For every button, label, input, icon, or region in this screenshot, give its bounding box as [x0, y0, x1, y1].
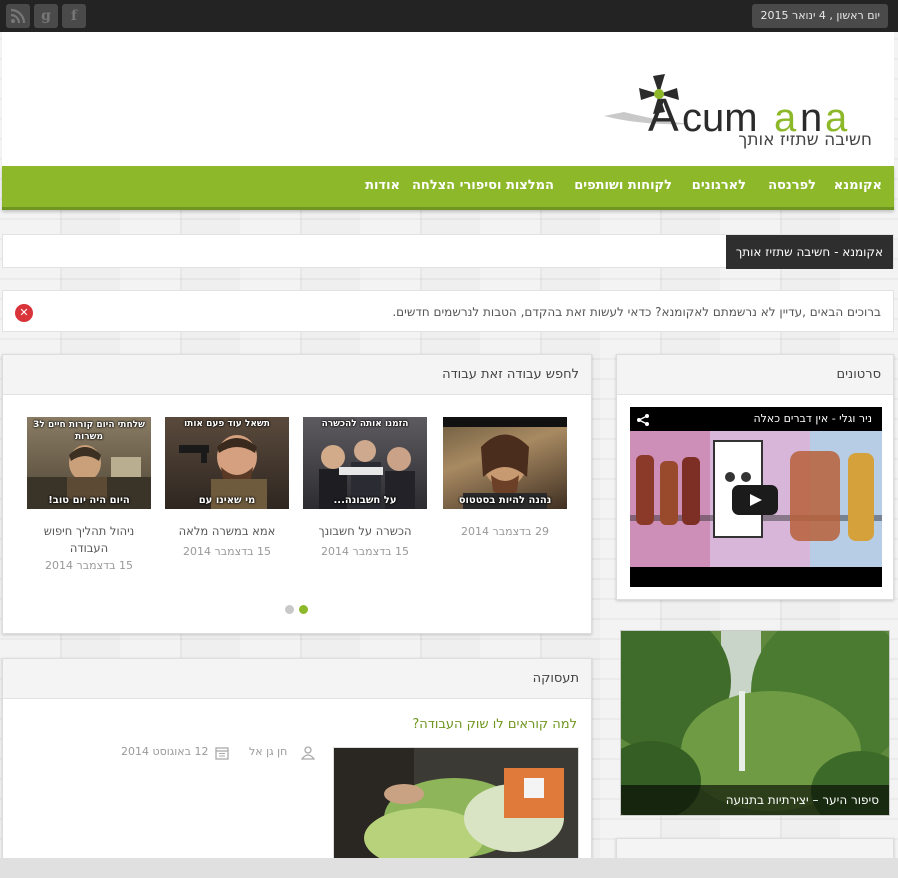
post-date: 15 בדצמבר 2014 [45, 559, 133, 572]
videos-panel-title: סרטונים [836, 367, 881, 382]
slider-dot[interactable] [285, 605, 294, 614]
meme-caption-bottom: היום היה יום טוב! [48, 495, 130, 506]
meme-caption-top: שלחתי היום קורות חיים ל3 משרות [33, 420, 145, 442]
post-title[interactable]: אמא במשרה מלאה [165, 523, 289, 540]
jobs-panel-header: לחפש עבודה זאת עבודה [3, 355, 591, 395]
meme-caption-bottom: נהנה להיות בסטטוס [458, 495, 552, 506]
google-plus-icon[interactable]: g [34, 4, 58, 28]
forest-story-image[interactable]: סיפור היער – יצירתיות בתנועה [620, 630, 890, 816]
welcome-notice: ברוכים הבאים ,עדיין לא נרשמתם לאקומנא? כ… [2, 290, 894, 332]
post-thumbnail[interactable]: הזמנו אותה להכשרה על חשבונה... [303, 417, 427, 509]
post-title[interactable]: הכשרה על חשבונך [303, 523, 427, 540]
current-date: יום ראשון , 4 ינואר 2015 [752, 4, 888, 28]
post-thumbnail[interactable]: תשאל עוד פעם אותו מי שאינו עם [165, 417, 289, 509]
nav-item-testimonials[interactable]: המלצות וסיפורי הצלחה [412, 166, 554, 206]
slider-dot-active[interactable] [299, 605, 308, 614]
post-date: 29 בדצמבר 2014 [461, 525, 549, 538]
calendar-icon [215, 745, 229, 760]
logo-tagline: חשיבה שתזיז אותך [738, 130, 872, 150]
rss-icon[interactable] [6, 4, 30, 28]
post-title[interactable]: ניהול תהליך חיפוש העבודה [27, 523, 151, 557]
post-date: 15 בדצמבר 2014 [183, 545, 271, 558]
videos-panel-header: סרטונים [617, 355, 893, 395]
article-thumbnail[interactable] [333, 747, 579, 859]
meme-caption-top: הזמנו אותה להכשרה [321, 419, 409, 429]
author-icon [300, 745, 316, 760]
nav-item-organizations[interactable]: לארגונים [692, 166, 746, 206]
close-icon[interactable]: ✕ [15, 304, 33, 322]
site-header: A cum a n a חשיבה שתזיז אותך [2, 32, 894, 166]
share-icon[interactable] [636, 412, 650, 426]
jobs-panel-title: לחפש עבודה זאת עבודה [442, 367, 579, 382]
nav-item-parnasa[interactable]: לפרנסה [768, 166, 816, 206]
article-date: 12 באוגוסט 2014 [121, 745, 209, 758]
videos-panel: סרטונים ניר וגלי - אין דברים כאלה [616, 354, 894, 600]
notice-text: ברוכים הבאים ,עדיין לא נרשמתם לאקומנא? כ… [392, 305, 881, 319]
nav-item-acumana[interactable]: אקומנא [834, 166, 882, 206]
browser-bottom-bar [0, 858, 898, 878]
facebook-icon[interactable]: f [62, 4, 86, 28]
post-thumbnail[interactable]: שלחתי היום קורות חיים ל3 משרות היום היה … [27, 417, 151, 509]
play-button[interactable] [732, 485, 778, 515]
post-date: 15 בדצמבר 2014 [321, 545, 409, 558]
post-thumbnail[interactable]: נהנה להיות בסטטוס [443, 417, 567, 509]
forest-caption[interactable]: סיפור היער – יצירתיות בתנועה [621, 785, 889, 815]
meme-caption-bottom: מי שאינו עם [198, 495, 256, 506]
jobs-panel: לחפש עבודה זאת עבודה נהנה להיות בסטטוס 2… [2, 354, 592, 634]
nav-item-about[interactable]: אודות [365, 166, 400, 206]
employment-panel: תעסוקה למה קוראים לו שוק העבודה? חן גן א… [2, 658, 592, 868]
article-title[interactable]: למה קוראים לו שוק העבודה? [412, 717, 577, 732]
page-title-bar: אקומנא - חשיבה שתזיז אותך [2, 234, 894, 269]
top-bar: g f יום ראשון , 4 ינואר 2015 [0, 0, 898, 32]
nav-item-clients[interactable]: לקוחות ושותפים [574, 166, 672, 206]
site-logo[interactable]: A cum a n a חשיבה שתזיז אותך [604, 68, 880, 156]
employment-panel-title: תעסוקה [532, 671, 579, 686]
employment-panel-header: תעסוקה [3, 659, 591, 699]
svg-text:A: A [648, 89, 679, 141]
meme-caption-top: תשאל עוד פעם אותו [184, 419, 270, 429]
video-title[interactable]: ניר וגלי - אין דברים כאלה [753, 412, 872, 425]
page-title: אקומנא - חשיבה שתזיז אותך [725, 235, 893, 269]
meme-caption-bottom: על חשבונה... [333, 495, 397, 506]
article-author[interactable]: חן גן אל [249, 745, 287, 758]
video-player[interactable]: ניר וגלי - אין דברים כאלה [630, 407, 882, 587]
main-nav: אקומנא לפרנסה לארגונים לקוחות ושותפים המ… [2, 166, 894, 210]
